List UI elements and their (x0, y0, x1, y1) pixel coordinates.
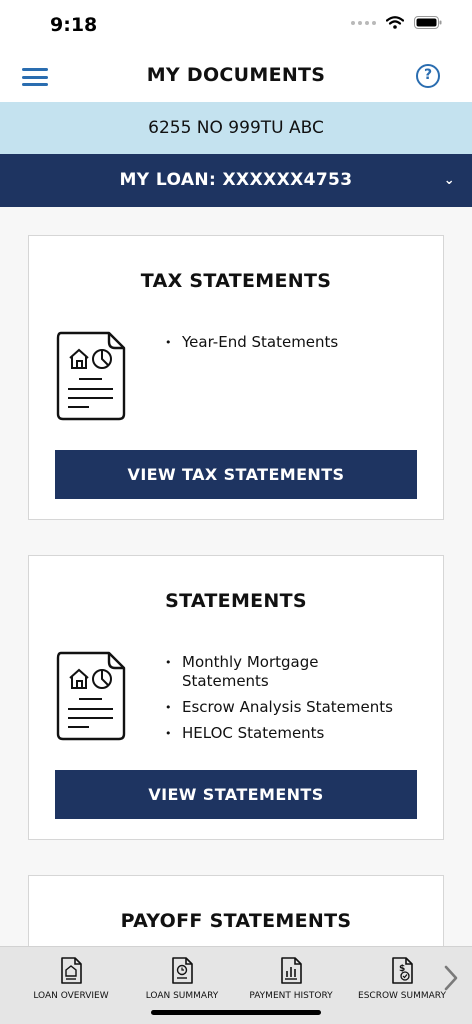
home-document-icon (61, 957, 82, 984)
document-type-list: Year-End Statements (165, 333, 405, 359)
document-clock-icon (172, 957, 193, 984)
help-icon[interactable]: ? (416, 64, 440, 88)
tab-label: PAYMENT HISTORY (249, 991, 333, 1001)
status-icons (351, 16, 442, 29)
view-statements-button[interactable]: VIEW STATEMENTS (55, 770, 417, 819)
document-dollar-icon: $ (392, 957, 413, 984)
tab-label: LOAN OVERVIEW (33, 991, 109, 1001)
document-icon (56, 651, 126, 741)
signal-dots-icon (351, 20, 376, 25)
view-tax-statements-button[interactable]: VIEW TAX STATEMENTS (55, 450, 417, 499)
tab-payment-history[interactable]: PAYMENT HISTORY (241, 957, 341, 1001)
statements-card: STATEMENTS Monthly Mortgage Statements E… (28, 555, 444, 840)
document-chart-icon (281, 957, 302, 984)
tab-loan-overview[interactable]: LOAN OVERVIEW (21, 957, 121, 1001)
tab-loan-summary[interactable]: LOAN SUMMARY (132, 957, 232, 1001)
list-item: HELOC Statements (165, 724, 405, 743)
home-indicator (151, 1010, 321, 1015)
document-icon (56, 331, 126, 421)
card-title: PAYOFF STATEMENTS (120, 910, 352, 932)
status-bar: 9:18 (0, 0, 472, 52)
nav-bar: MY DOCUMENTS ? (0, 52, 472, 102)
loan-selector-label: MY LOAN: XXXXXX4753 (119, 170, 353, 190)
loan-selector[interactable]: MY LOAN: XXXXXX4753 ⌄ (0, 154, 472, 207)
card-title: STATEMENTS (165, 590, 307, 612)
status-time: 9:18 (50, 14, 98, 36)
list-item: Monthly Mortgage Statements (165, 653, 335, 691)
battery-icon (414, 16, 442, 29)
page-title: MY DOCUMENTS (146, 64, 326, 86)
tab-escrow-summary[interactable]: $ ESCROW SUMMARY (352, 957, 452, 1001)
wifi-icon (386, 16, 404, 29)
property-address: 6255 NO 999TU ABC (0, 102, 472, 154)
tax-statements-card: TAX STATEMENTS Year-End Statements VIEW … (28, 235, 444, 520)
list-item: Year-End Statements (165, 333, 405, 352)
bottom-tab-bar: LOAN OVERVIEW LOAN SUMMARY PAYMENT HISTO… (0, 946, 472, 1024)
document-type-list: Monthly Mortgage Statements Escrow Analy… (165, 653, 405, 750)
chevron-down-icon: ⌄ (443, 173, 455, 188)
chevron-right-icon[interactable] (444, 965, 458, 991)
card-title: TAX STATEMENTS (140, 270, 332, 292)
list-item: Escrow Analysis Statements (165, 698, 405, 717)
tab-label: LOAN SUMMARY (145, 991, 219, 1001)
tab-label: ESCROW SUMMARY (358, 991, 446, 1001)
